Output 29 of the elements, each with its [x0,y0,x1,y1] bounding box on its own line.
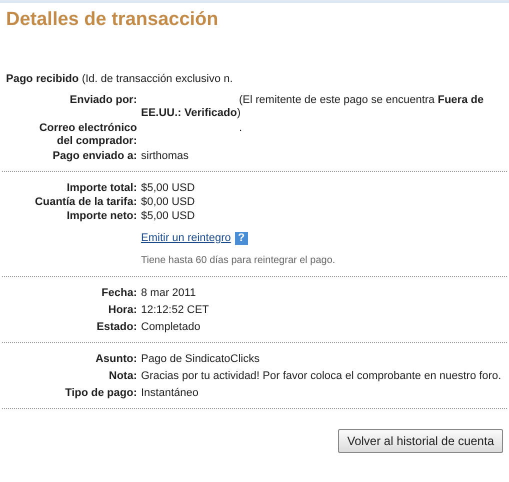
page-title: Detalles de transacción [6,8,218,32]
field-value: Gracias por tu actividad! Por favor coloca el comprobante en nuestro foro. [141,370,502,382]
field-label: Asunto: [95,352,137,366]
field-label: Importe total: [66,182,137,195]
field-value: Pago de SindicatoClicks [141,352,260,364]
field-label: Tipo de pago: [65,386,137,400]
field-value: 12:12:52 CET [141,304,209,316]
field-label: Correo electrónico del comprador: [38,122,137,148]
field-value: $0,00 USD [141,196,195,208]
field-value: Instantáneo [141,386,198,398]
field-value: (El remitente de este pago se encuentra Fuera de EE.UU.: Verificado) [141,94,484,119]
field-label: Fecha: [102,286,137,300]
field-value: $5,00 USD [141,182,195,194]
field-label: Estado: [96,320,137,334]
field-value: 8 mar 2011 [141,286,196,298]
field-value: . [239,122,242,134]
field-label: Nota: [108,370,137,382]
field-label: Enviado por: [70,94,137,108]
field-label: Importe neto: [66,210,137,223]
field-value: Completado [141,320,200,332]
payment-heading: Pago recibido (Id. de transacción exclusivo n. [6,72,233,86]
back-button[interactable]: Volver al historial de cuenta [338,428,503,452]
field-label: Cuantía de la tarifa: [34,196,137,209]
field-value: sirthomas [141,150,189,162]
field-value: $5,00 USD [141,210,195,222]
refund-link[interactable]: Emitir un reintegro [141,230,231,246]
field-label: Pago enviado a: [52,150,137,163]
field-label: Hora: [108,304,137,316]
refund-note: Tiene hasta 60 días para reintegrar el pago. [141,254,336,268]
